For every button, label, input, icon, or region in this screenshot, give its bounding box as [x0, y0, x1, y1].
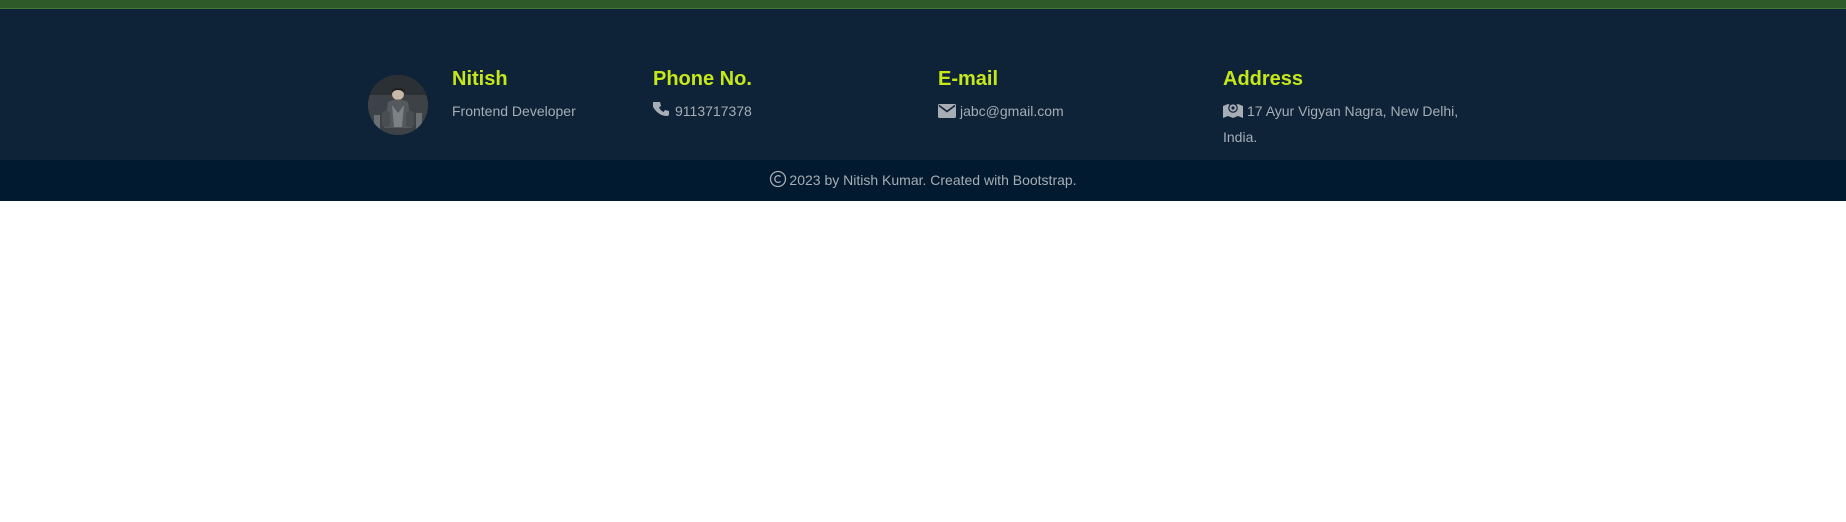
address-line: 17 Ayur Vigyan Nagra, New Delhi, India. — [1223, 99, 1468, 149]
site-footer: Nitish Frontend Developer Phone No. 9113… — [0, 9, 1846, 160]
phone-line: 9113717378 — [652, 99, 923, 125]
avatar-photo-icon — [368, 75, 428, 135]
copyright-line: 2023 by Nitish Kumar. Created with Boots… — [0, 160, 1846, 201]
address-text: 17 Ayur Vigyan Nagra, New Delhi, India. — [1223, 103, 1459, 145]
top-accent-strip — [0, 0, 1846, 9]
email-address[interactable]: jabc@gmail.com — [960, 103, 1064, 119]
envelope-icon — [938, 101, 956, 125]
avatar — [368, 75, 428, 135]
email-line: jabc@gmail.com — [938, 99, 1208, 125]
profile-name: Nitish — [452, 68, 508, 90]
address-title: Address — [1223, 68, 1304, 90]
footer-bottom-bar: 2023 by Nitish Kumar. Created with Boots… — [0, 160, 1846, 201]
map-marker-icon — [1223, 101, 1243, 125]
profile-role: Frontend Developer — [452, 103, 576, 119]
email-title: E-mail — [938, 68, 999, 90]
footer-address: Address 17 Ayur Vigyan Nagra, New Delhi,… — [1223, 59, 1483, 149]
footer-phone: Phone No. 9113717378 — [652, 59, 923, 125]
footer-email: E-mail jabc@gmail.com — [938, 59, 1208, 125]
copyright-icon — [769, 163, 787, 188]
phone-title: Phone No. — [653, 68, 752, 90]
copyright-text: 2023 by Nitish Kumar. Created with Boots… — [789, 172, 1077, 188]
phone-number[interactable]: 9113717378 — [675, 103, 752, 119]
phone-icon — [652, 101, 671, 125]
page-blank-area — [0, 201, 1846, 522]
footer-columns: Nitish Frontend Developer Phone No. 9113… — [0, 9, 1846, 160]
profile-text: Nitish Frontend Developer — [452, 59, 652, 123]
